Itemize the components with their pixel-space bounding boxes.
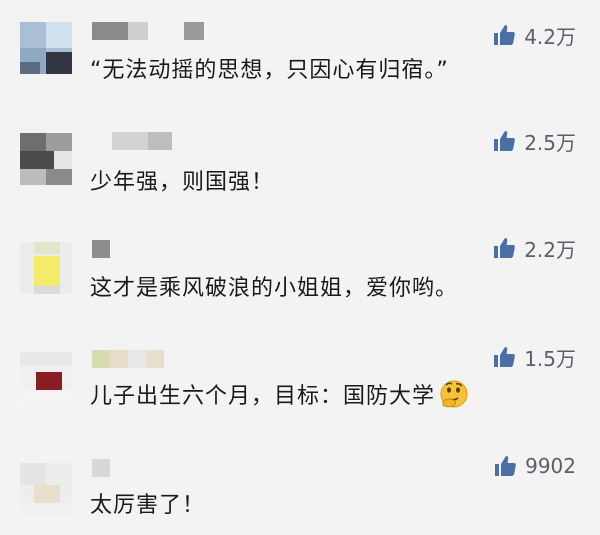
- like-count: 1.5万: [524, 346, 576, 371]
- like-button[interactable]: 1.5万: [492, 342, 576, 372]
- like-button[interactable]: 4.2万: [492, 20, 576, 50]
- comment-text: 这才是乘风破浪的小姐姐，爱你哟。: [90, 276, 459, 301]
- comment-text-body: 儿子出生六个月，目标：国防大学: [90, 384, 436, 409]
- like-button[interactable]: 2.2万: [492, 233, 576, 263]
- comment-item: 少年强，则国强！ 2.5万: [0, 105, 600, 210]
- avatar[interactable]: [20, 463, 72, 515]
- like-button[interactable]: 2.5万: [492, 126, 576, 156]
- like-count: 2.5万: [524, 130, 576, 155]
- comment-text: 儿子出生六个月，目标：国防大学: [90, 378, 471, 415]
- comment-text: 太厉害了！: [90, 493, 206, 518]
- avatar[interactable]: [20, 133, 72, 185]
- thumbs-up-icon: [494, 131, 516, 151]
- like-count: 9902: [525, 454, 576, 478]
- thumbs-up-icon: [495, 456, 516, 476]
- comment-item: “无法动摇的思想，只因心有归宿。” 4.2万: [0, 0, 600, 105]
- avatar[interactable]: [20, 22, 72, 74]
- comment-item: 这才是乘风破浪的小姐姐，爱你哟。 2.2万: [0, 210, 600, 320]
- comment-text: “无法动摇的思想，只因心有归宿。”: [90, 58, 449, 83]
- thinking-face-emoji-icon: [437, 379, 471, 415]
- comment-item: 儿子出生六个月，目标：国防大学 1.5万: [0, 320, 600, 435]
- comment-text: 少年强，则国强！: [90, 170, 275, 195]
- like-count: 2.2万: [524, 237, 576, 262]
- thumbs-up-icon: [494, 238, 516, 258]
- thumbs-up-icon: [494, 25, 516, 45]
- comment-item: 太厉害了！ 9902: [0, 435, 600, 535]
- like-count: 4.2万: [524, 24, 576, 49]
- thumbs-up-icon: [494, 347, 516, 367]
- like-button[interactable]: 9902: [493, 451, 576, 481]
- avatar[interactable]: [20, 352, 72, 404]
- avatar[interactable]: [20, 242, 72, 294]
